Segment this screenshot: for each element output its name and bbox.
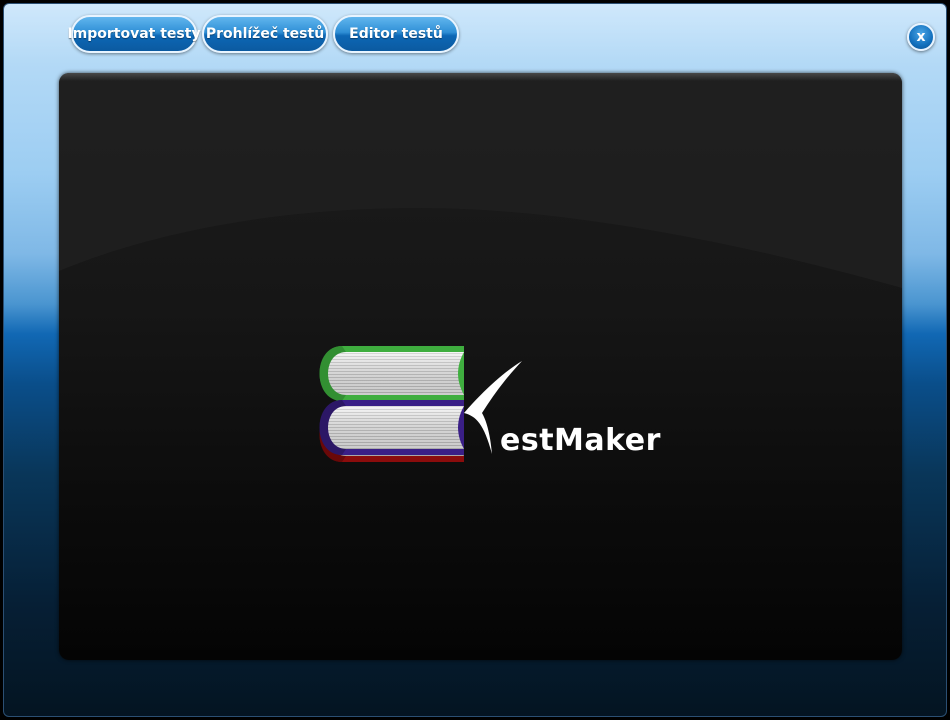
splash-panel: estMaker	[59, 73, 902, 660]
import-tests-button[interactable]: Importovat testy	[67, 15, 201, 53]
app-window: Importovat testy Prohlížeč testů Editor …	[3, 3, 947, 717]
logo-text: estMaker	[500, 423, 661, 458]
panel-sheen	[59, 73, 902, 81]
test-viewer-button[interactable]: Prohlížeč testů	[202, 15, 328, 53]
close-button[interactable]: x	[907, 23, 935, 51]
test-editor-button[interactable]: Editor testů	[333, 15, 459, 53]
